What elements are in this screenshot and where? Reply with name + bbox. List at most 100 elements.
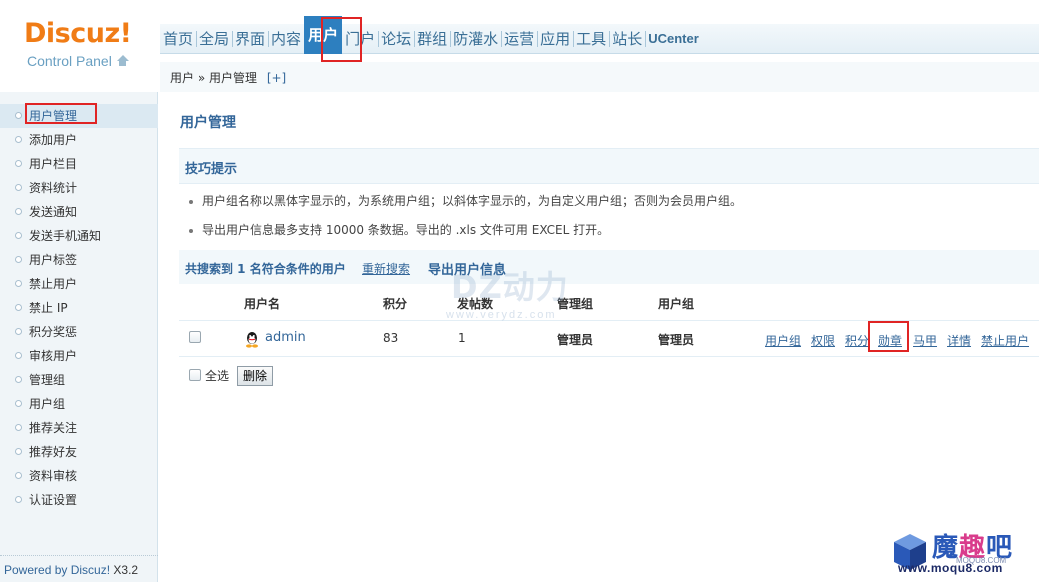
- sidebar-item-label: 资料统计: [29, 181, 78, 195]
- sidebar-item-profile-review[interactable]: 资料审核: [0, 464, 158, 488]
- nav-groups[interactable]: 群组: [414, 24, 452, 54]
- tip-line: 用户组名称以黑体字显示的，为系统用户组；以斜体字显示的，为自定义用户组；否则为会…: [189, 192, 742, 209]
- nav-founder[interactable]: 站长: [609, 24, 647, 54]
- logo[interactable]: Discuz! Control Panel: [0, 0, 160, 90]
- watermark-site-logo: 魔趣吧 MOQU8.COM www.moqu8.com: [892, 528, 1032, 578]
- nav-ucenter[interactable]: UCenter: [645, 24, 702, 54]
- top-nav: 首页 全局 界面 内容 用户 门户 论坛 群组 防灌水 运营 应用 工具 站长 …: [160, 16, 702, 54]
- nav-forum[interactable]: 论坛: [378, 24, 416, 54]
- sidebar-item-label: 用户组: [29, 397, 66, 411]
- select-all-checkbox[interactable]: [189, 369, 201, 381]
- add-shortcut-button[interactable]: [+]: [267, 71, 286, 85]
- nav-antispam[interactable]: 防灌水: [450, 24, 503, 54]
- sidebar-item-user-tags[interactable]: 用户标签: [0, 248, 158, 272]
- sidebar-item-user-fields[interactable]: 用户栏目: [0, 152, 158, 176]
- bullet-icon: [15, 400, 22, 407]
- sidebar-item-label: 用户标签: [29, 253, 78, 267]
- bullet-icon: [15, 160, 22, 167]
- delete-button[interactable]: 删除: [237, 366, 273, 386]
- nav-portal[interactable]: 门户: [342, 24, 380, 54]
- bullet-icon: [15, 424, 22, 431]
- op-credits-link[interactable]: 积分: [845, 332, 869, 349]
- bullet-icon: [15, 328, 22, 335]
- sidebar-item-user-groups[interactable]: 用户组: [0, 392, 158, 416]
- user-group-cell: 管理员: [658, 333, 695, 347]
- row-checkbox[interactable]: [189, 331, 201, 343]
- powered-by: Powered by Discuz! X3.2: [4, 563, 138, 577]
- nav-operations[interactable]: 运营: [501, 24, 539, 54]
- row-divider: [179, 320, 1039, 321]
- sidebar-item-label: 管理组: [29, 373, 66, 387]
- col-header-user-group: 用户组: [658, 297, 695, 311]
- sidebar-item-moderate-users[interactable]: 审核用户: [0, 344, 158, 368]
- sidebar-divider: [0, 555, 158, 556]
- bullet-icon: [15, 112, 22, 119]
- sidebar-item-ban-ip[interactable]: 禁止 IP: [0, 296, 158, 320]
- tip-text: 用户组名称以黑体字显示的，为系统用户组；以斜体字显示的，为自定义用户组；否则为会…: [202, 194, 743, 208]
- sidebar-item-send-sms[interactable]: 发送手机通知: [0, 224, 158, 248]
- bullet-icon: [15, 280, 22, 287]
- breadcrumb-path: 用户 » 用户管理: [170, 71, 257, 85]
- posts-cell: 1: [458, 331, 466, 345]
- powered-by-label: Powered by: [4, 563, 68, 577]
- sidebar-item-credit-rewards[interactable]: 积分奖惩: [0, 320, 158, 344]
- sidebar-menu: 用户管理 添加用户 用户栏目 资料统计 发送通知 发送手机通知 用户标签 禁止用…: [0, 104, 158, 512]
- sidebar-item-label: 禁止 IP: [29, 301, 68, 315]
- bullet-icon: [15, 208, 22, 215]
- sidebar-item-add-user[interactable]: 添加用户: [0, 128, 158, 152]
- sidebar-item-user-management[interactable]: 用户管理: [0, 104, 158, 128]
- op-alias-link[interactable]: 马甲: [913, 332, 937, 349]
- logo-subtitle-text: Control Panel: [27, 53, 112, 69]
- watermark-dz: DZ动力: [451, 268, 569, 306]
- sidebar-item-label: 发送手机通知: [29, 229, 102, 243]
- home-icon: [116, 55, 129, 67]
- admin-control-panel: Discuz! Control Panel 首页 全局 界面 内容 用户 门户 …: [0, 0, 1039, 582]
- nav-interface[interactable]: 界面: [232, 24, 270, 54]
- sidebar-item-recommend-friends[interactable]: 推荐好友: [0, 440, 158, 464]
- watermark-dz-url: www.verydz.com: [446, 309, 557, 321]
- nav-tools[interactable]: 工具: [573, 24, 611, 54]
- nav-users[interactable]: 用户: [304, 16, 343, 54]
- research-link[interactable]: 重新搜索: [362, 260, 410, 277]
- op-usergroup-link[interactable]: 用户组: [765, 332, 801, 349]
- sidebar-item-recommend-follow[interactable]: 推荐关注: [0, 416, 158, 440]
- nav-content[interactable]: 内容: [268, 24, 306, 54]
- breadcrumb-bar: [160, 62, 1039, 92]
- sidebar-item-label: 添加用户: [29, 133, 78, 147]
- nav-home[interactable]: 首页: [160, 24, 198, 54]
- qq-penguin-icon: [246, 332, 258, 348]
- bullet-icon: [15, 304, 22, 311]
- op-permissions-link[interactable]: 权限: [811, 332, 835, 349]
- credits-cell: 83: [383, 331, 399, 345]
- sidebar-item-label: 推荐关注: [29, 421, 78, 435]
- username-link[interactable]: admin: [265, 330, 306, 345]
- bullet-icon: [15, 496, 22, 503]
- sidebar-item-label: 用户栏目: [29, 157, 78, 171]
- bullet-icon: [15, 256, 22, 263]
- bullet-icon: [189, 199, 193, 204]
- watermark-site-title-a: 魔: [932, 533, 960, 563]
- powered-by-brand-link[interactable]: Discuz!: [71, 563, 110, 577]
- row-divider: [179, 356, 1039, 357]
- sidebar-item-profile-stats[interactable]: 资料统计: [0, 176, 158, 200]
- nav-global[interactable]: 全局: [196, 24, 234, 54]
- watermark-site-url: www.moqu8.com: [898, 561, 1003, 575]
- sidebar-item-ban-user[interactable]: 禁止用户: [0, 272, 158, 296]
- tip-line: 导出用户信息最多支持 10000 条数据。导出的 .xls 文件可用 EXCEL…: [189, 221, 609, 238]
- tip-text: 导出用户信息最多支持 10000 条数据。导出的 .xls 文件可用 EXCEL…: [202, 223, 610, 237]
- sidebar-item-admin-groups[interactable]: 管理组: [0, 368, 158, 392]
- tips-header: [179, 148, 1039, 184]
- sidebar-item-label: 用户管理: [29, 109, 78, 123]
- bullet-icon: [15, 472, 22, 479]
- result-count: 共搜索到 1 名符合条件的用户: [185, 262, 346, 276]
- sidebar-item-label: 资料审核: [29, 469, 78, 483]
- admin-group-cell: 管理员: [557, 333, 594, 347]
- op-ban-user-link[interactable]: 禁止用户: [981, 332, 1029, 349]
- op-details-link[interactable]: 详情: [947, 332, 971, 349]
- sidebar-item-verification-settings[interactable]: 认证设置: [0, 488, 158, 512]
- sidebar-item-label: 认证设置: [29, 493, 78, 507]
- bullet-icon: [189, 228, 193, 233]
- sidebar-item-send-notice[interactable]: 发送通知: [0, 200, 158, 224]
- nav-apps[interactable]: 应用: [537, 24, 575, 54]
- op-medals-link[interactable]: 勋章: [878, 332, 902, 349]
